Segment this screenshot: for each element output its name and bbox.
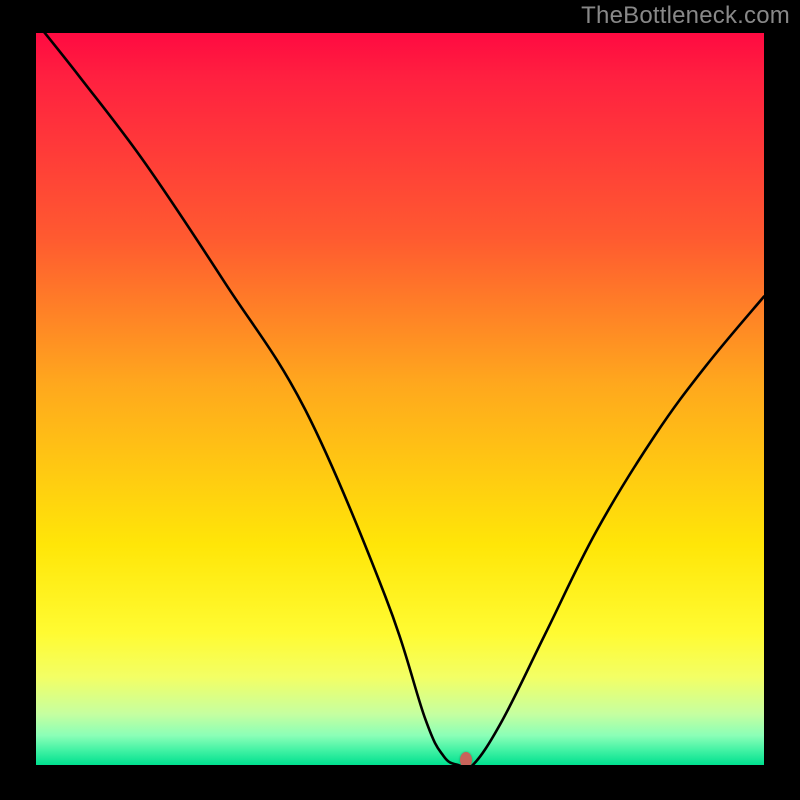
chart-container: TheBottleneck.com (0, 0, 800, 800)
watermark-text: TheBottleneck.com (581, 2, 790, 30)
plot-area (36, 33, 764, 765)
optimal-marker (460, 752, 472, 765)
curve-path (36, 33, 764, 765)
bottleneck-curve (36, 33, 764, 765)
